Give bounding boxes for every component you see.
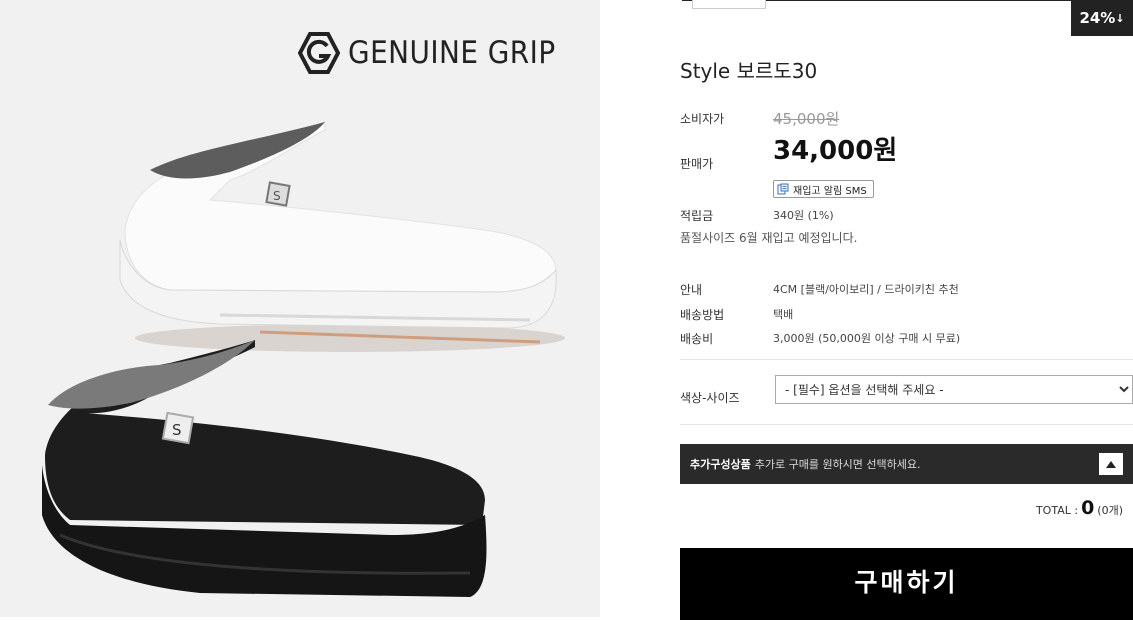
shipping-method-label: 배송방법: [680, 308, 725, 322]
shipping-method-value: 택배: [773, 308, 794, 321]
restock-sms-label: 재입고 알림 SMS: [793, 185, 867, 197]
restock-sms-button[interactable]: 재입고 알림 SMS: [773, 180, 874, 198]
guide-label: 안내: [680, 283, 703, 297]
consumer-price-label: 소비자가: [680, 112, 725, 126]
addon-toggle-button[interactable]: [1099, 453, 1123, 475]
addon-title: 추가구성상품: [690, 458, 751, 471]
sale-price-label: 판매가: [680, 157, 714, 171]
black-clog-image: S: [42, 340, 487, 597]
product-title: Style 보르도30: [680, 59, 818, 83]
total-count: 0: [1081, 497, 1095, 519]
total-unit: (0개): [1097, 504, 1123, 517]
total-label: TOTAL :: [1035, 504, 1079, 517]
option-label: 색상-사이즈: [680, 391, 740, 405]
shipping-fee-label: 배송비: [680, 332, 714, 346]
brand-name: GENUINE GRIP: [348, 35, 556, 71]
chevron-up-icon: [1106, 460, 1116, 468]
svg-text:S: S: [172, 421, 182, 439]
option-divider-top: [680, 359, 1133, 360]
total-summary: TOTAL : 0 (0개): [1036, 497, 1123, 519]
product-image-panel: GENUINE GRIP S S: [0, 0, 600, 617]
option-divider-bottom: [680, 424, 1133, 425]
down-arrow-icon: ↓: [1115, 11, 1125, 25]
brand-g-logo-icon: [298, 32, 340, 74]
stock-note: 품절사이즈 6월 재입고 예정입니다.: [680, 231, 858, 245]
shipping-fee-value: 3,000원 (50,000원 이상 구매 시 무료): [773, 332, 961, 345]
points-label: 적립금: [680, 209, 714, 223]
addon-desc: 추가로 구매를 원하시면 선택하세요.: [754, 458, 921, 471]
buy-button[interactable]: 구매하기: [680, 548, 1133, 620]
phone-message-icon: [777, 183, 789, 195]
discount-text: 24%: [1079, 9, 1116, 27]
sale-price-value: 34,000원: [773, 136, 898, 166]
guide-value: 4CM [블랙/아이보리] / 드라이키친 추천: [773, 283, 959, 296]
option-select[interactable]: - [필수] 옵션을 선택해 주세요 -: [775, 375, 1133, 404]
brand-logo: GENUINE GRIP: [298, 32, 579, 74]
like-tab[interactable]: LIKE 35: [692, 0, 766, 9]
addon-products-bar: 추가구성상품 추가로 구매를 원하시면 선택하세요.: [680, 444, 1133, 484]
product-info-panel: LIKE 35 24% ↓ Style 보르도30 소비자가 45,000원 판…: [600, 0, 1133, 620]
discount-badge: 24% ↓: [1071, 0, 1133, 36]
consumer-price-value: 45,000원: [773, 110, 840, 128]
points-value: 340원 (1%): [773, 209, 834, 222]
white-clog-image: S: [119, 121, 565, 352]
svg-text:S: S: [273, 189, 281, 203]
